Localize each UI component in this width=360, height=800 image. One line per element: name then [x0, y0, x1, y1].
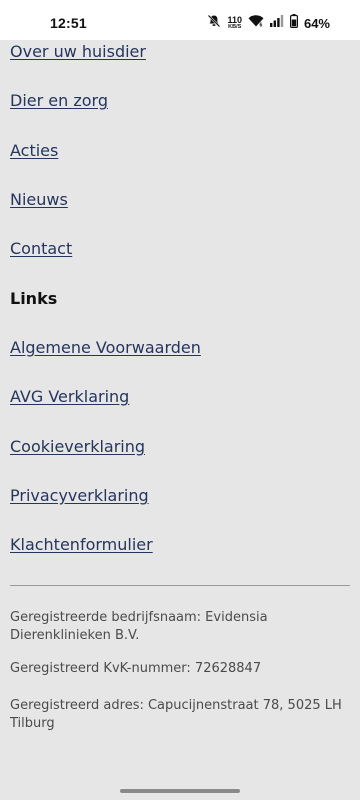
- link-algemene-voorwaarden[interactable]: Algemene Voorwaarden: [10, 338, 201, 357]
- nav-link-nieuws[interactable]: Nieuws: [10, 190, 68, 209]
- battery-percent: 64%: [303, 15, 330, 31]
- net-speed: 110 KB/S: [227, 15, 242, 31]
- status-time: 12:51: [50, 15, 87, 31]
- links-heading: Links: [10, 289, 58, 308]
- svg-text:6: 6: [259, 23, 262, 28]
- kvk-number-text: Geregistreerd KvK-nummer: 72628847: [10, 661, 262, 676]
- status-bar: 12:51 110 KB/S 6 64%: [0, 0, 360, 40]
- battery-icon: [289, 13, 298, 33]
- footer-divider: [10, 585, 350, 586]
- signal-icon: [269, 14, 284, 32]
- company-name-text: Geregistreerde bedrijfsnaam: Evidensia D…: [10, 610, 268, 643]
- link-cookieverklaring[interactable]: Cookieverklaring: [10, 437, 145, 456]
- nav-link-over-uw-huisdier[interactable]: Over uw huisdier: [10, 42, 146, 61]
- wifi-icon: 6: [248, 14, 264, 32]
- link-klachtenformulier[interactable]: Klachtenformulier: [10, 535, 153, 554]
- home-indicator[interactable]: [120, 789, 240, 793]
- nav-link-acties[interactable]: Acties: [10, 141, 58, 160]
- link-avg-verklaring[interactable]: AVG Verklaring: [10, 387, 129, 406]
- bell-off-icon: [207, 14, 221, 33]
- nav-link-contact[interactable]: Contact: [10, 239, 72, 258]
- nav-link-dier-en-zorg[interactable]: Dier en zorg: [10, 91, 108, 110]
- link-privacyverklaring[interactable]: Privacyverklaring: [10, 486, 149, 505]
- status-icons: 110 KB/S 6 64%: [207, 13, 330, 33]
- net-speed-unit: KB/S: [228, 23, 242, 30]
- address-text: Geregistreerd adres: Capucijnenstraat 78…: [10, 698, 342, 731]
